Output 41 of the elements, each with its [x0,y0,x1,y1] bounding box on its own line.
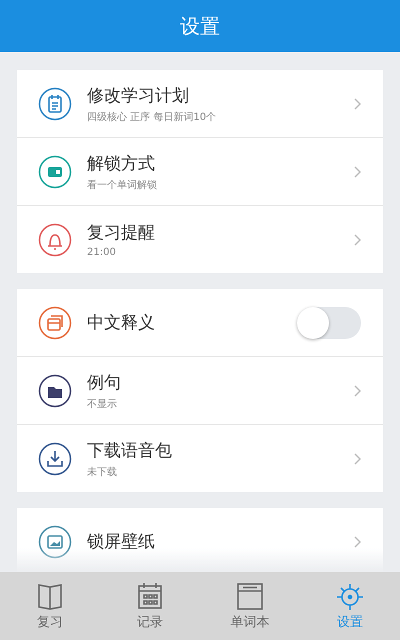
row-subtitle: 看一个单词解锁 [87,178,158,192]
setting-icon [38,306,72,340]
calendar-icon [136,581,164,611]
row-title: 解锁方式 [87,152,156,174]
notebook-icon [236,581,264,611]
row-subtitle: 不显示 [87,398,118,410]
chevron-icon [354,234,361,246]
row-title: 下载语音包 [87,440,173,462]
row-subtitle: 四级核心 正序 每日新词10个 [87,110,218,124]
settings-row[interactable]: 锁屏壁纸 [17,508,383,572]
chevron-icon [354,452,361,464]
setting-icon [38,154,72,188]
chevron-icon [354,166,361,178]
tab[interactable]: 复习 [0,572,100,640]
row-subtitle: 21:00 [87,247,117,258]
settings-row[interactable]: 中文释义 [17,289,383,357]
row-title: 例句 [87,372,122,394]
row-title: 修改学习计划 [87,84,190,106]
header-title: 设置 [180,12,220,40]
chevron-icon [354,384,361,396]
row-title: 锁屏壁纸 [87,531,156,553]
settings-row[interactable]: 例句 不显示 [17,357,383,425]
setting-icon [38,86,72,120]
settings-icon [336,581,364,611]
setting-icon [38,524,72,558]
toggle-switch[interactable] [297,306,361,338]
settings-row[interactable]: 解锁方式 看一个单词解锁 [17,138,383,206]
chevron-icon [354,536,361,548]
settings-row[interactable]: 复习提醒 21:00 [17,206,383,273]
row-subtitle: 未下载 [87,466,118,478]
setting-icon [38,442,72,476]
row-title: 中文释义 [87,312,156,334]
setting-icon [38,374,72,408]
setting-icon [38,222,72,256]
book-icon [36,581,64,611]
settings-row[interactable]: 下载语音包 未下载 [17,425,383,492]
chevron-icon [354,98,361,110]
row-title: 复习提醒 [87,222,156,244]
tab[interactable]: 单词本 [200,572,300,640]
settings-row[interactable]: 修改学习计划 四级核心 正序 每日新词10个 [17,70,383,138]
tab[interactable]: 记录 [100,572,200,640]
